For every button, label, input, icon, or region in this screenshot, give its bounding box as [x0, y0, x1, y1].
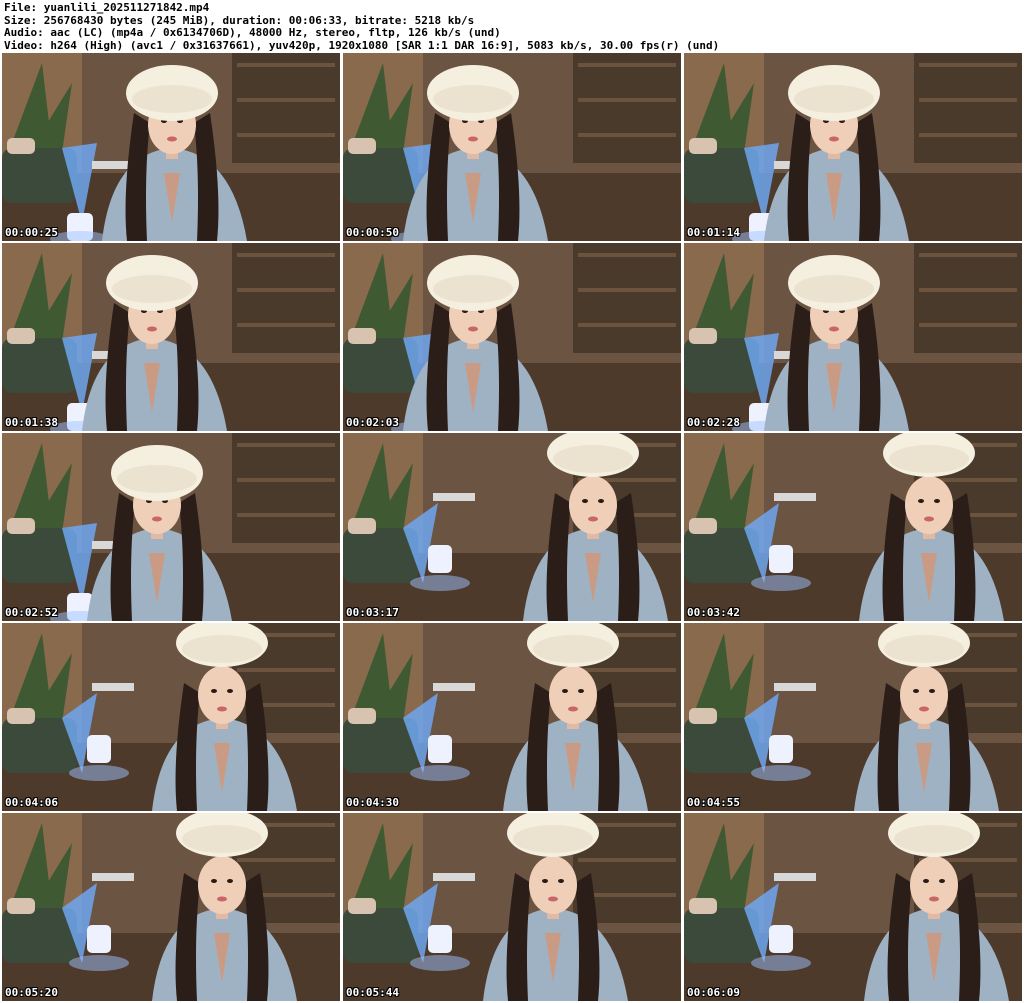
thumbnail-frame: 00:03:42: [684, 433, 1022, 621]
video-frame-thumbnail: [684, 243, 1022, 431]
thumbnail-frame: 00:03:17: [343, 433, 681, 621]
video-frame-thumbnail: [343, 53, 681, 241]
thumbnail-timestamp: 00:01:14: [687, 226, 740, 239]
file-name-line: File: yuanlili_202511271842.mp4: [4, 1, 210, 14]
video-frame-thumbnail: [684, 433, 1022, 621]
thumbnail-timestamp: 00:02:28: [687, 416, 740, 429]
thumbnail-timestamp: 00:03:17: [346, 606, 399, 619]
video-frame-thumbnail: [2, 53, 340, 241]
thumbnail-frame: 00:06:09: [684, 813, 1022, 1001]
thumbnail-frame: 00:02:52: [2, 433, 340, 621]
audio-info-line: Audio: aac (LC) (mp4a / 0x6134706D), 480…: [4, 26, 501, 39]
thumbnail-frame: 00:01:38: [2, 243, 340, 431]
thumbnail-timestamp: 00:04:55: [687, 796, 740, 809]
video-frame-thumbnail: [343, 623, 681, 811]
thumbnail-frame: 00:02:28: [684, 243, 1022, 431]
video-frame-thumbnail: [684, 53, 1022, 241]
file-info-header: File: yuanlili_202511271842.mp4 Size: 256…: [4, 1, 720, 52]
thumbnail-timestamp: 00:02:03: [346, 416, 399, 429]
video-info-line: Video: h264 (High) (avc1 / 0x31637661), …: [4, 38, 720, 52]
video-frame-thumbnail: [343, 243, 681, 431]
thumbnail-frame: 00:05:44: [343, 813, 681, 1001]
video-frame-thumbnail: [2, 623, 340, 811]
video-frame-thumbnail: [684, 623, 1022, 811]
video-frame-thumbnail: [2, 433, 340, 621]
thumbnail-frame: 00:00:50: [343, 53, 681, 241]
thumbnail-frame: 00:05:20: [2, 813, 340, 1001]
thumbnail-frame: 00:02:03: [343, 243, 681, 431]
video-frame-thumbnail: [343, 813, 681, 1001]
video-frame-thumbnail: [2, 813, 340, 1001]
thumbnail-frame: 00:00:25: [2, 53, 340, 241]
thumbnail-frame: 00:01:14: [684, 53, 1022, 241]
thumbnail-timestamp: 00:02:52: [5, 606, 58, 619]
thumbnail-timestamp: 00:01:38: [5, 416, 58, 429]
video-frame-thumbnail: [2, 243, 340, 431]
thumbnail-timestamp: 00:00:25: [5, 226, 58, 239]
thumbnail-timestamp: 00:05:44: [346, 986, 399, 999]
thumbnail-timestamp: 00:06:09: [687, 986, 740, 999]
thumbnail-timestamp: 00:04:06: [5, 796, 58, 809]
thumbnail-frame: 00:04:06: [2, 623, 340, 811]
video-frame-thumbnail: [684, 813, 1022, 1001]
thumbnail-timestamp: 00:04:30: [346, 796, 399, 809]
thumbnail-timestamp: 00:05:20: [5, 986, 58, 999]
video-frame-thumbnail: [343, 433, 681, 621]
thumbnail-frame: 00:04:55: [684, 623, 1022, 811]
thumbnail-timestamp: 00:00:50: [346, 226, 399, 239]
thumbnail-frame: 00:04:30: [343, 623, 681, 811]
thumbnail-grid: 00:00:25 00:00:50 00:01:14 00:01:38 00:0…: [2, 53, 1022, 1001]
thumbnail-timestamp: 00:03:42: [687, 606, 740, 619]
